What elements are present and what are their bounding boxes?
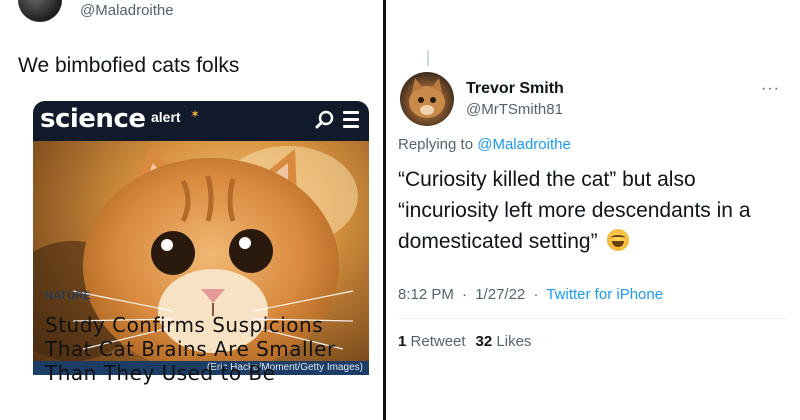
retweets-label: Retweet <box>410 333 466 350</box>
more-options-icon[interactable]: ··· <box>761 80 780 98</box>
tweet-stats: 1 Retweet 32 Likes <box>398 333 531 350</box>
search-icon[interactable] <box>314 109 336 131</box>
likes-label: Likes <box>496 333 532 350</box>
tweet-text: We bimbofied cats folks <box>18 54 240 77</box>
retweets-stat[interactable]: 1 Retweet <box>398 333 466 350</box>
site-logo: science <box>40 104 146 134</box>
logo-star-icon: ✶ <box>190 107 201 121</box>
meta-separator: · <box>462 286 468 303</box>
site-header: science alert ✶ <box>33 101 369 141</box>
replying-prefix: Replying to <box>398 136 478 153</box>
article-headline[interactable]: Study Confirms Suspicions That Cat Brain… <box>45 313 365 385</box>
tweet-date[interactable]: 1/27/22 <box>475 286 525 303</box>
cat-avatar-icon <box>409 78 445 118</box>
tweet-time[interactable]: 8:12 PM <box>398 286 454 303</box>
tweet-meta: 8:12 PM · 1/27/22 · Twitter for iPhone <box>398 286 663 303</box>
laughing-emoji-icon <box>607 229 630 251</box>
link-card[interactable]: science alert ✶ (Eric Hacke/Moment/Getty… <box>33 101 369 420</box>
replying-to-link[interactable]: @Maladroithe <box>477 136 571 153</box>
tweet-text: “Curiosity killed the cat” but also “inc… <box>398 164 798 257</box>
tweet-handle[interactable]: @Maladroithe <box>80 2 174 19</box>
left-tweet: @Maladroithe We bimbofied cats folks sci… <box>0 0 383 420</box>
avatar[interactable] <box>400 72 454 126</box>
site-logo-suffix: alert <box>151 109 181 125</box>
author-handle[interactable]: @MrTSmith81 <box>466 101 563 118</box>
right-tweet: Trevor Smith @MrTSmith81 ··· Replying to… <box>386 0 800 420</box>
likes-stat[interactable]: 32 Likes <box>476 333 532 350</box>
menu-icon[interactable] <box>343 111 359 129</box>
author-name[interactable]: Trevor Smith <box>466 80 564 98</box>
thread-line <box>427 50 429 66</box>
tweet-body: “Curiosity killed the cat” but also “inc… <box>398 168 751 253</box>
avatar[interactable] <box>18 0 62 22</box>
meta-separator: · <box>533 286 539 303</box>
divider <box>398 318 788 319</box>
likes-count: 32 <box>475 333 493 350</box>
replying-to: Replying to @Maladroithe <box>398 136 571 153</box>
article-section: NATURE <box>45 290 92 302</box>
retweets-count: 1 <box>398 333 407 350</box>
tweet-source-link[interactable]: Twitter for iPhone <box>546 286 663 303</box>
